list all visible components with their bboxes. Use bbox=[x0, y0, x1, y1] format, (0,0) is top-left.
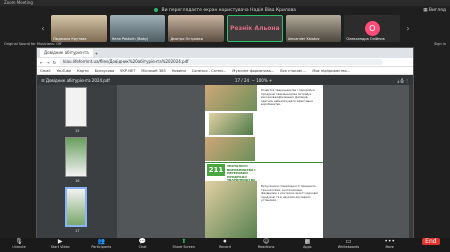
smile-icon: ☺ bbox=[262, 238, 270, 245]
participant-tile[interactable]: Alexander Kaiatov bbox=[285, 15, 342, 42]
page-photo bbox=[209, 113, 253, 135]
page-paragraph: Випускники спеціальності працюють технол… bbox=[261, 184, 318, 203]
bookmark-item[interactable]: Моє підприємство... bbox=[312, 69, 350, 73]
download-icon[interactable]: ⤓ bbox=[397, 78, 399, 83]
participant-tile[interactable]: Людмила Крутова bbox=[50, 15, 107, 42]
participant-tile[interactable]: О Олександра Олійник bbox=[344, 15, 401, 42]
share-screen-icon: ⬆ bbox=[181, 238, 187, 245]
microphone-icon: 🎙 bbox=[15, 238, 23, 245]
sharing-indicator-icon bbox=[154, 7, 159, 12]
thumbnail-label: 16 bbox=[75, 179, 80, 183]
page-thumbnail[interactable] bbox=[65, 187, 87, 227]
browser-address-bar: ← → ↻ kiau.lifeformnt.ua/files/Довідник%… bbox=[37, 58, 413, 67]
record-button[interactable]: ⏺ Record bbox=[212, 238, 238, 249]
bookmark-item[interactable]: YouTube bbox=[57, 69, 72, 73]
page-number-input[interactable]: 17 bbox=[235, 78, 240, 83]
camera-icon: ▶ bbox=[57, 238, 63, 245]
grid-icon: ▦ bbox=[423, 8, 428, 13]
page-thumbnail[interactable] bbox=[65, 137, 87, 177]
gallery-next-icon[interactable]: › bbox=[403, 15, 413, 42]
reload-icon[interactable]: ↻ bbox=[53, 60, 56, 65]
page-thumbnail[interactable] bbox=[65, 87, 87, 127]
end-call-icon: End bbox=[422, 238, 440, 245]
original-sound-toggle[interactable]: Original Sound for Musicians: Off bbox=[4, 42, 61, 46]
whiteboard-icon: ▭ bbox=[345, 238, 352, 245]
bookmark-item[interactable]: Gmail bbox=[40, 69, 51, 73]
active-speaker-tile[interactable]: Резнік Альона bbox=[227, 15, 283, 42]
screen-share-notice: Ви переглядаєте екран користувача Надія … bbox=[161, 8, 296, 13]
zoom-level[interactable]: 100% bbox=[256, 78, 267, 83]
pdf-page: 211 ТЕХНОЛОГІЇ ВИРОБНИЦТВА І ПЕРЕРОБКИ П… bbox=[205, 85, 323, 246]
participants-button[interactable]: 👥 Participants bbox=[88, 238, 114, 249]
url-input[interactable]: kiau.lifeformnt.ua/files/Довідник%20абіт… bbox=[59, 59, 383, 65]
gallery-prev-icon[interactable]: ‹ bbox=[38, 15, 48, 42]
start-video-button[interactable]: ▶ Start Video bbox=[47, 238, 73, 249]
forward-icon[interactable]: → bbox=[46, 60, 49, 65]
sign-in-link[interactable]: Sign in bbox=[434, 42, 446, 46]
zoom-window-title: Zoom Meeting bbox=[4, 0, 33, 5]
specialty-number-badge: 211 bbox=[207, 164, 225, 176]
zoom-in-icon[interactable]: + bbox=[269, 78, 272, 83]
pdf-viewer: 15 16 17 211 ТЕХНОЛОГІЇ ВИРОБНИЦТВА І ПЕ… bbox=[37, 85, 413, 246]
more-icon[interactable]: ⋮ bbox=[405, 78, 409, 83]
thumbnail-panel: 15 16 17 bbox=[37, 85, 117, 246]
participant-tile[interactable]: Неля Pastukh (Baby) bbox=[109, 15, 166, 42]
screen-share-banner: Ви переглядаєте екран користувача Надія … bbox=[0, 6, 450, 15]
apps-button[interactable]: ▦ Apps bbox=[294, 238, 320, 249]
bookmarks-bar: Gmail YouTube Карти Бєлоусова УКР.NET Mi… bbox=[37, 67, 413, 75]
pdf-toolbar: ☰ Довідник абітурієнта 2024.pdf 17 / 24 … bbox=[37, 75, 413, 85]
browser-tab-strip: Довідник абітурієнта + bbox=[37, 48, 413, 58]
bookmark-item[interactable]: Microsoft 365 bbox=[141, 69, 165, 73]
more-icon: ••• bbox=[384, 238, 395, 245]
back-icon[interactable]: ← bbox=[40, 60, 43, 65]
avatar: О bbox=[364, 21, 380, 36]
bookmark-item[interactable]: Новини bbox=[172, 69, 186, 73]
bookmark-item[interactable]: Бєлоусова bbox=[95, 69, 115, 73]
bookmark-item[interactable]: Музичне форматива... bbox=[232, 69, 274, 73]
more-button[interactable]: ••• More bbox=[377, 238, 403, 249]
new-tab-icon[interactable]: + bbox=[95, 51, 98, 56]
whiteboards-button[interactable]: ▭ Whiteboards bbox=[336, 238, 362, 249]
bookmark-item[interactable]: Сонечко - Сатем... bbox=[192, 69, 227, 73]
shared-screen: Довідник абітурієнта + ← → ↻ kiau.lifefo… bbox=[36, 47, 414, 247]
thumbnail-label: 15 bbox=[75, 129, 80, 133]
page-photo bbox=[205, 85, 257, 111]
bookmark-item[interactable]: УКР.NET bbox=[120, 69, 135, 73]
pdf-scrollbar[interactable] bbox=[409, 85, 413, 246]
thumbnail-label: 17 bbox=[75, 229, 80, 233]
page-photo bbox=[205, 137, 255, 161]
chat-button[interactable]: 💬 Chat bbox=[130, 238, 156, 249]
apps-icon: ▦ bbox=[304, 238, 311, 245]
participants-icon: 👥 bbox=[97, 238, 106, 245]
unmute-button[interactable]: 🎙 Unmute bbox=[6, 238, 32, 249]
participant-tile[interactable]: Дмитро Островка bbox=[168, 15, 224, 42]
record-icon: ⏺ bbox=[223, 238, 227, 245]
page-paragraph: Розвиток тваринництва і переробки продук… bbox=[261, 88, 315, 107]
zoom-out-icon[interactable]: − bbox=[252, 78, 255, 83]
end-button[interactable]: End bbox=[418, 238, 444, 245]
pdf-filename: Довідник абітурієнта 2024.pdf bbox=[45, 77, 110, 83]
view-button[interactable]: ▦ Вигляд bbox=[423, 6, 446, 15]
browser-tab[interactable]: Довідник абітурієнта bbox=[40, 49, 93, 57]
page-total: / 24 bbox=[241, 77, 250, 83]
bookmark-item[interactable]: Все стокові ... bbox=[280, 69, 306, 73]
meeting-controls: 🎙 Unmute ▶ Start Video 👥 Participants 💬 Chat… bbox=[0, 238, 450, 252]
participant-gallery: ‹ Людмила Крутова Неля Pastukh (Baby) Дм… bbox=[38, 15, 413, 42]
print-icon[interactable]: ⎙ bbox=[401, 78, 404, 83]
share-screen-button[interactable]: ⬆ Share Screen bbox=[171, 238, 197, 249]
chat-icon: 💬 bbox=[138, 238, 147, 245]
bookmark-item[interactable]: Карти bbox=[77, 69, 88, 73]
reactions-button[interactable]: ☺ Reactions bbox=[253, 238, 279, 249]
